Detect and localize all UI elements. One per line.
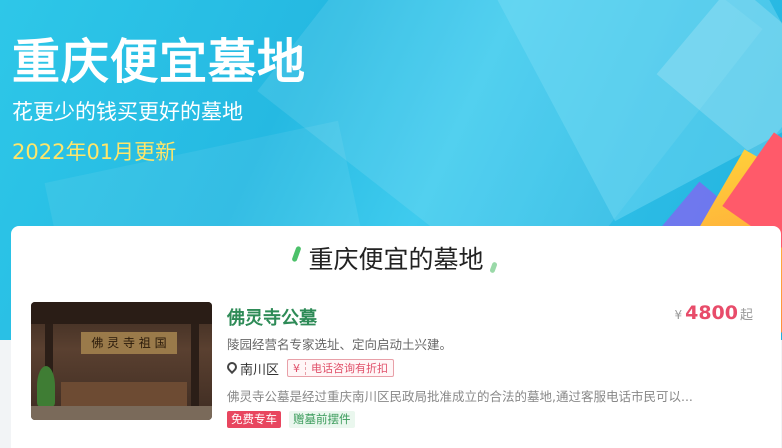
listing-card: 重庆便宜的墓地 佛 灵 寺 祖 国 佛灵寺公墓 ¥4800 起 陵园经营名专家选址…: [11, 226, 781, 448]
tag-free-shuttle: 免费专车: [227, 411, 281, 428]
price: ¥4800 起: [674, 302, 753, 324]
photo-beam: [31, 302, 212, 324]
tag-list: 免费专车 赠墓前摆件: [227, 411, 355, 428]
photo-plaque: 佛 灵 寺 祖 国: [81, 332, 177, 354]
decor-tick: [291, 245, 303, 263]
district-label: 南川区: [240, 362, 280, 378]
cemetery-name[interactable]: 佛灵寺公墓: [227, 304, 317, 330]
section-title: 重庆便宜的墓地: [308, 245, 484, 274]
location-pin-icon: [227, 362, 237, 375]
cemetery-tagline: 陵园经营名专家选址、定向启动土兴建。: [227, 337, 453, 352]
update-date: 2022年01月更新: [12, 140, 177, 164]
photo-floor: [31, 406, 212, 420]
coupon-symbol: ¥: [288, 361, 307, 375]
location-row: 南川区 ¥ 电话咨询有折扣: [227, 359, 395, 378]
photo-plant: [37, 366, 55, 406]
tag-gift-ornament: 赠墓前摆件: [289, 411, 355, 428]
decor-tick: [488, 261, 498, 274]
page-title: 重庆便宜墓地: [12, 34, 307, 90]
coupon-text: 电话咨询有折扣: [311, 362, 389, 375]
cemetery-photo[interactable]: 佛 灵 寺 祖 国: [31, 302, 212, 420]
cemetery-description: 佛灵寺公墓是经过重庆南川区民政局批准成立的合法的墓地,通过客服电话市民可以...: [227, 389, 693, 404]
price-value: 4800: [685, 302, 738, 324]
section-title-wrap: 重庆便宜的墓地: [291, 240, 498, 276]
page-subtitle: 花更少的钱买更好的墓地: [12, 100, 243, 124]
price-unit: 起: [739, 308, 753, 323]
section-header: 重庆便宜的墓地: [11, 240, 781, 276]
discount-coupon[interactable]: ¥ 电话咨询有折扣: [287, 359, 395, 377]
cemetery-list-item[interactable]: 佛 灵 寺 祖 国 佛灵寺公墓 ¥4800 起 陵园经营名专家选址、定向启动土兴建…: [31, 302, 761, 428]
price-currency: ¥: [674, 308, 683, 322]
photo-altar: [61, 382, 187, 408]
